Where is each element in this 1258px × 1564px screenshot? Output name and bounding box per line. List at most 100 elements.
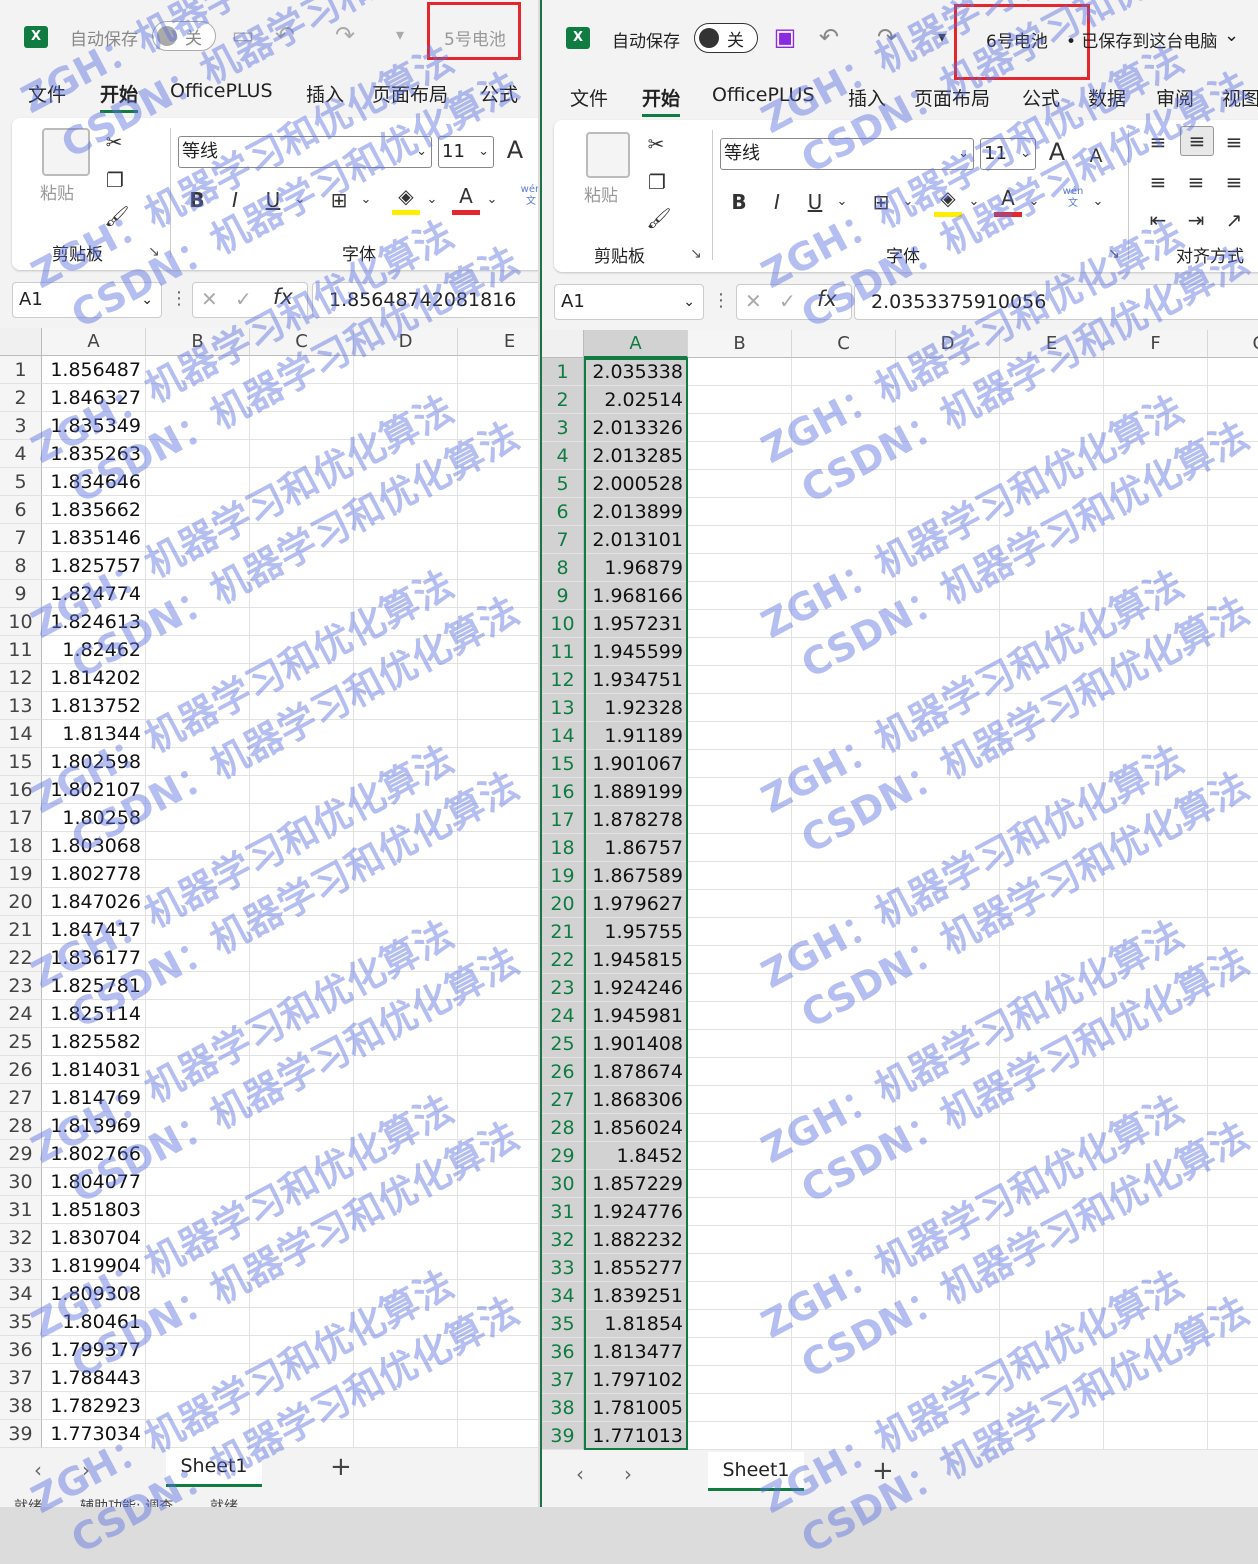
cell-a[interactable]: 1.847417	[42, 916, 146, 944]
row-header[interactable]: 9	[542, 582, 584, 610]
chevron-down-icon[interactable]: ⌄	[484, 186, 500, 214]
cell[interactable]	[354, 440, 458, 468]
cell[interactable]	[1208, 694, 1258, 722]
cell[interactable]	[1104, 526, 1208, 554]
cell-a[interactable]: 1.825582	[42, 1028, 146, 1056]
cell[interactable]	[354, 916, 458, 944]
next-sheet-icon[interactable]: ›	[624, 1462, 632, 1486]
row-header[interactable]: 21	[542, 918, 584, 946]
cell[interactable]	[458, 1252, 538, 1280]
cell[interactable]	[1000, 1394, 1104, 1422]
cell[interactable]	[1208, 890, 1258, 918]
shrink-font-button[interactable]: A	[1084, 142, 1108, 170]
row-header[interactable]: 13	[542, 694, 584, 722]
cell[interactable]	[354, 636, 458, 664]
cell-a[interactable]: 1.835263	[42, 440, 146, 468]
redo-icon[interactable]: ↷	[330, 20, 360, 50]
undo-icon[interactable]: ↶	[270, 20, 300, 50]
row-header[interactable]: 25	[0, 1028, 42, 1056]
cell[interactable]	[458, 804, 538, 832]
cell[interactable]	[1000, 834, 1104, 862]
cell[interactable]	[1104, 638, 1208, 666]
cell[interactable]	[1208, 1002, 1258, 1030]
cell[interactable]	[896, 610, 1000, 638]
cell[interactable]	[458, 1364, 538, 1392]
cell-a[interactable]: 1.835146	[42, 524, 146, 552]
cell[interactable]	[458, 1028, 538, 1056]
cell[interactable]	[792, 498, 896, 526]
chevron-down-icon[interactable]: ⌄	[966, 188, 982, 216]
cell-a[interactable]: 1.979627	[584, 890, 688, 918]
row-header[interactable]: 27	[0, 1084, 42, 1112]
more-options-icon[interactable]: ⋮	[712, 290, 730, 311]
cell[interactable]	[792, 1282, 896, 1310]
row-header[interactable]: 21	[0, 916, 42, 944]
tab-officeplus[interactable]: OfficePLUS	[170, 80, 273, 102]
cell[interactable]	[1104, 834, 1208, 862]
copy-icon[interactable]: ❐	[100, 166, 130, 194]
formula-input[interactable]: 2.0353375910056	[854, 284, 1258, 320]
cell[interactable]	[146, 832, 250, 860]
cell[interactable]	[458, 1140, 538, 1168]
cell[interactable]	[458, 1280, 538, 1308]
cell[interactable]	[250, 1392, 354, 1420]
cell[interactable]	[146, 720, 250, 748]
tab-formulas[interactable]: 公式	[480, 80, 518, 107]
cell[interactable]	[1208, 1058, 1258, 1086]
row-header[interactable]: 23	[542, 974, 584, 1002]
cell[interactable]	[1000, 1030, 1104, 1058]
cell[interactable]	[1104, 610, 1208, 638]
cell[interactable]	[1104, 806, 1208, 834]
cell-a[interactable]: 1.803068	[42, 832, 146, 860]
font-size-select[interactable]: 11 ⌄	[980, 138, 1036, 170]
cell-a[interactable]: 1.856024	[584, 1114, 688, 1142]
cell[interactable]	[1104, 722, 1208, 750]
cell-a[interactable]: 1.813477	[584, 1338, 688, 1366]
cell[interactable]	[1000, 358, 1104, 386]
cell[interactable]	[354, 1112, 458, 1140]
cell-a[interactable]: 1.878278	[584, 806, 688, 834]
cell[interactable]	[146, 384, 250, 412]
row-header[interactable]: 19	[0, 860, 42, 888]
cell[interactable]	[792, 526, 896, 554]
tab-file[interactable]: 文件	[570, 84, 608, 111]
cell[interactable]	[1000, 974, 1104, 1002]
insert-function-icon[interactable]: fx	[273, 285, 293, 309]
add-sheet-button[interactable]: +	[872, 1456, 894, 1486]
phonetic-guide-button[interactable]: wén 文	[516, 184, 538, 208]
font-color-button[interactable]: A	[452, 182, 480, 215]
cell[interactable]	[688, 974, 792, 1002]
row-header[interactable]: 16	[0, 776, 42, 804]
cell[interactable]	[688, 778, 792, 806]
worksheet-grid[interactable]: A B C D E 1 1.856487 2 1.846327 3 1.835349 4 1.83526…	[0, 328, 538, 1448]
cell[interactable]	[250, 1028, 354, 1056]
cell[interactable]	[146, 1364, 250, 1392]
row-header[interactable]: 2	[542, 386, 584, 414]
cell[interactable]	[1000, 414, 1104, 442]
cell[interactable]	[146, 468, 250, 496]
cell-a[interactable]: 1.882232	[584, 1226, 688, 1254]
cell[interactable]	[896, 722, 1000, 750]
cell-a[interactable]: 1.868306	[584, 1086, 688, 1114]
column-header-d[interactable]: D	[896, 330, 1000, 358]
cell[interactable]	[1208, 722, 1258, 750]
cell-a[interactable]: 1.773034	[42, 1420, 146, 1448]
row-header[interactable]: 35	[542, 1310, 584, 1338]
cell[interactable]	[1104, 498, 1208, 526]
row-header[interactable]: 27	[542, 1086, 584, 1114]
cell[interactable]	[896, 694, 1000, 722]
cell[interactable]	[1208, 638, 1258, 666]
cell-a[interactable]: 1.95755	[584, 918, 688, 946]
row-header[interactable]: 17	[542, 806, 584, 834]
cancel-icon[interactable]: ✕	[201, 287, 218, 311]
cell[interactable]	[250, 412, 354, 440]
cut-icon[interactable]: ✂	[102, 128, 126, 156]
cell[interactable]	[688, 1030, 792, 1058]
align-top-icon[interactable]: ≡	[1144, 128, 1172, 156]
name-box[interactable]: A1 ⌄	[12, 282, 162, 318]
cell[interactable]	[354, 524, 458, 552]
cell[interactable]	[1104, 1338, 1208, 1366]
cell[interactable]	[1000, 386, 1104, 414]
cell[interactable]	[792, 470, 896, 498]
cell[interactable]	[1208, 386, 1258, 414]
